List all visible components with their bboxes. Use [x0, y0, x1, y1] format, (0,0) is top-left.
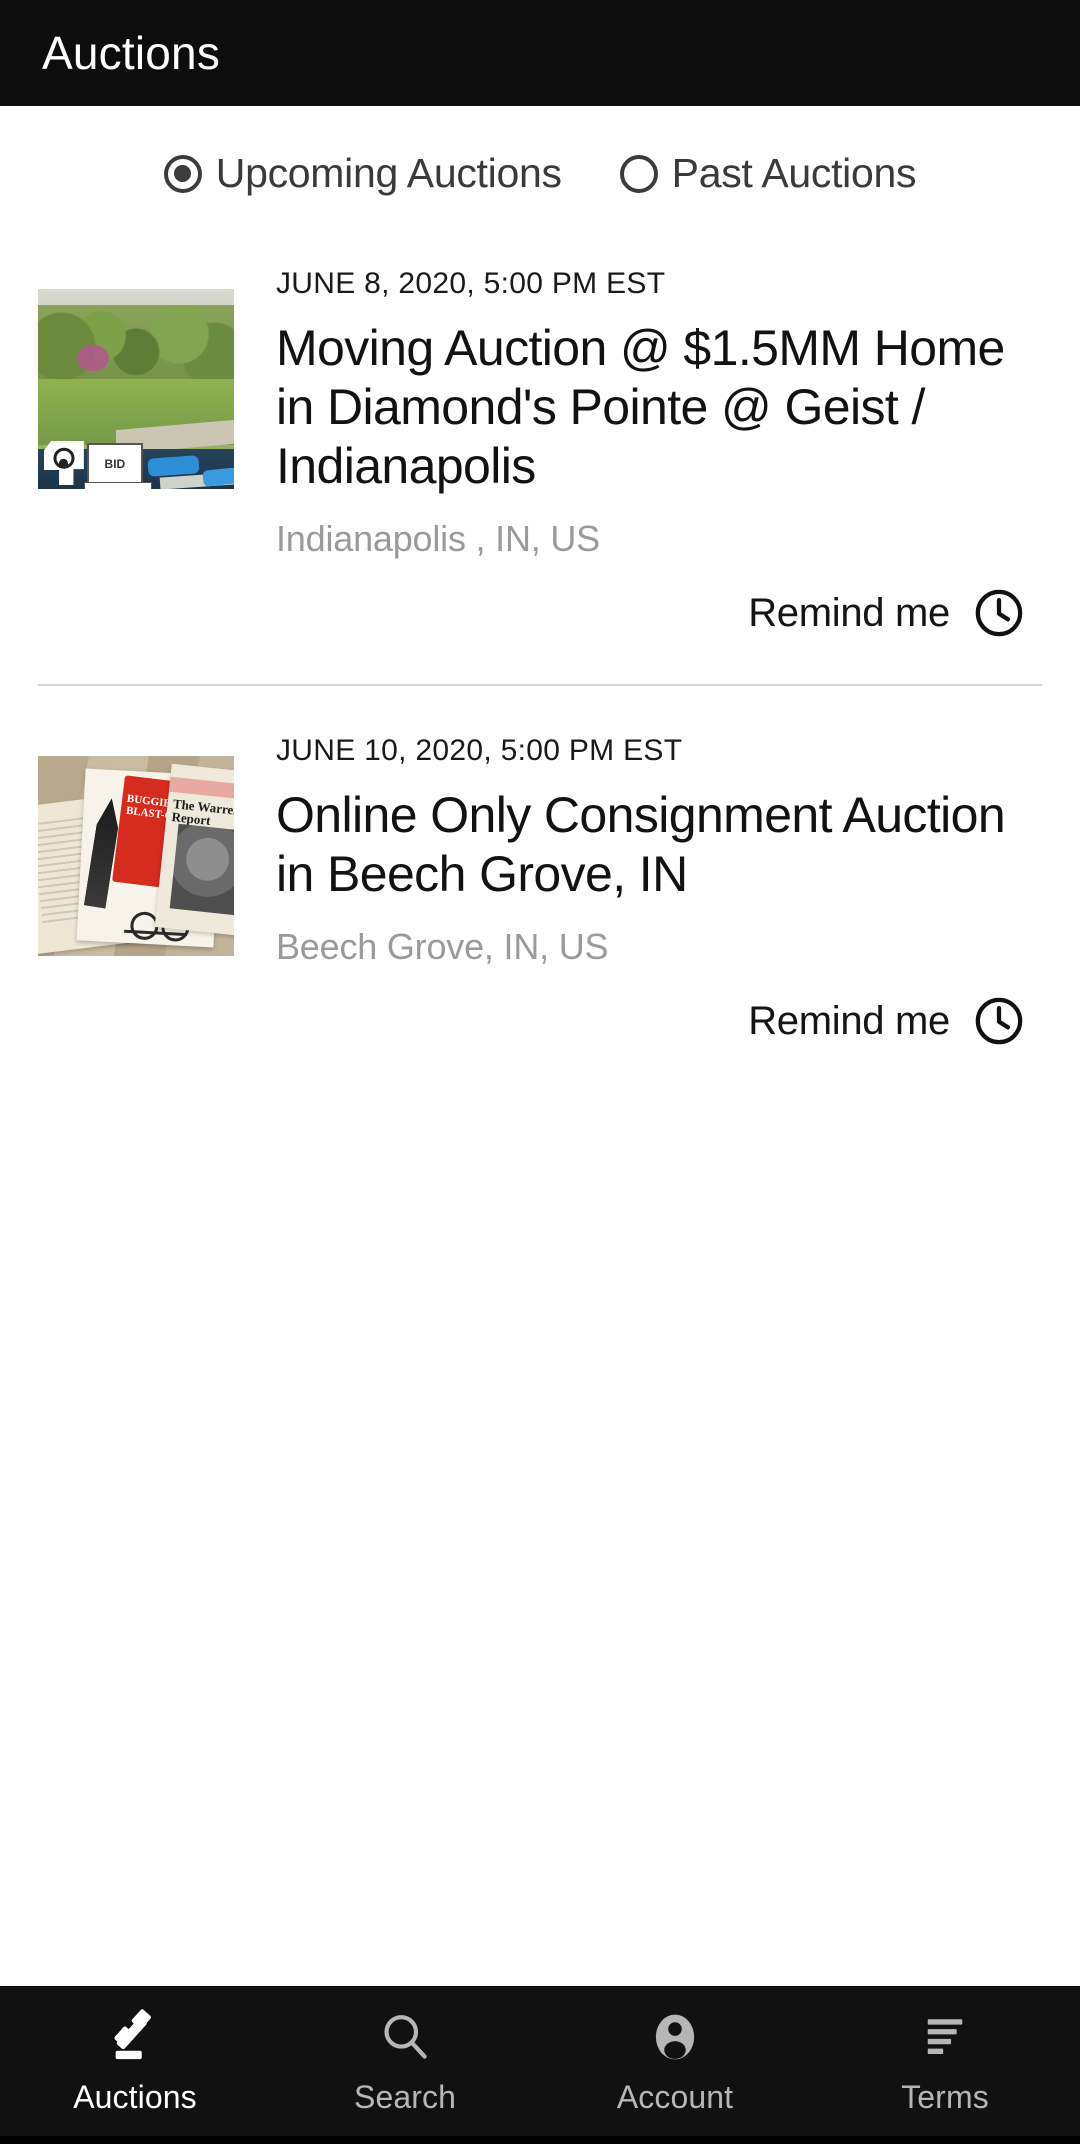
app-header: Auctions — [0, 0, 1080, 106]
bid-badge-label: BID — [104, 457, 126, 471]
nav-item-auctions[interactable]: Auctions — [0, 1987, 270, 2116]
nav-label-account: Account — [616, 2079, 734, 2115]
online-bid-laptop-badge-icon: BID — [83, 443, 152, 489]
auction-item-body: JUNE 8, 2020, 5:00 PM EST Moving Auction… — [276, 263, 1032, 640]
page-title: Auctions — [42, 27, 221, 79]
clock-icon[interactable] — [972, 994, 1026, 1048]
auction-thumbnail-lakefront-property[interactable]: BID — [38, 289, 234, 489]
person-icon — [655, 2014, 695, 2060]
nav-item-account[interactable]: Account — [540, 1987, 810, 2116]
list-lines-icon — [927, 2019, 963, 2055]
auction-thumbnail-vintage-newspapers[interactable]: BUGGIES to BLAST-OFF The Warren Report — [38, 756, 234, 956]
filter-upcoming-auctions[interactable]: Upcoming Auctions — [163, 150, 562, 197]
auction-list-item[interactable]: BID JUNE 8, 2020, 5:00 PM EST Moving Auc… — [0, 263, 1080, 640]
filter-upcoming-label: Upcoming Auctions — [215, 150, 562, 196]
nav-label-search: Search — [354, 2079, 456, 2115]
nav-item-search[interactable]: Search — [270, 1987, 540, 2116]
nav-label-auctions: Auctions — [73, 2079, 197, 2115]
auction-location: Indianapolis , IN, US — [276, 518, 600, 559]
system-gesture-bar — [0, 2136, 1080, 2144]
remind-me-label: Remind me — [748, 998, 950, 1043]
radio-selected-icon[interactable] — [163, 154, 202, 193]
auction-list: BID JUNE 8, 2020, 5:00 PM EST Moving Auc… — [0, 207, 1080, 1048]
thumbnail-badge-group: BID — [43, 441, 152, 489]
filter-past-auctions[interactable]: Past Auctions — [619, 150, 917, 197]
nav-label-terms: Terms — [901, 2079, 989, 2115]
gavel-icon — [114, 2009, 151, 2060]
clock-icon[interactable] — [972, 586, 1026, 640]
auction-title[interactable]: Online Only Consignment Auction in Beech… — [276, 786, 1032, 904]
remind-me-button[interactable]: Remind me — [276, 994, 1032, 1048]
main-content: Upcoming Auctions Past Auctions BID JUNE… — [0, 106, 1080, 1986]
auction-filter-group: Upcoming Auctions Past Auctions — [0, 106, 1080, 207]
remind-me-button[interactable]: Remind me — [276, 586, 1032, 640]
auction-date: JUNE 8, 2020, 5:00 PM EST — [276, 267, 666, 300]
nav-item-terms[interactable]: Terms — [810, 1987, 1080, 2116]
app-root: Auctions Upcoming Auctions Past Auctions — [0, 0, 1080, 2144]
radio-unselected-icon[interactable] — [619, 154, 658, 193]
filter-past-label: Past Auctions — [671, 150, 917, 196]
bottom-navigation-bar: Auctions Search Account Terms — [0, 1986, 1080, 2144]
auction-location: Beech Grove, IN, US — [276, 926, 609, 967]
list-divider — [38, 684, 1042, 686]
auction-item-body: JUNE 10, 2020, 5:00 PM EST Online Only C… — [276, 730, 1032, 1048]
auction-date: JUNE 10, 2020, 5:00 PM EST — [276, 734, 683, 767]
search-icon — [384, 2015, 427, 2059]
remind-me-label: Remind me — [748, 590, 950, 635]
indiana-state-badge-icon — [43, 441, 84, 485]
auction-list-item[interactable]: BUGGIES to BLAST-OFF The Warren Report J… — [0, 730, 1080, 1048]
auction-title[interactable]: Moving Auction @ $1.5MM Home in Diamond'… — [276, 319, 1032, 496]
